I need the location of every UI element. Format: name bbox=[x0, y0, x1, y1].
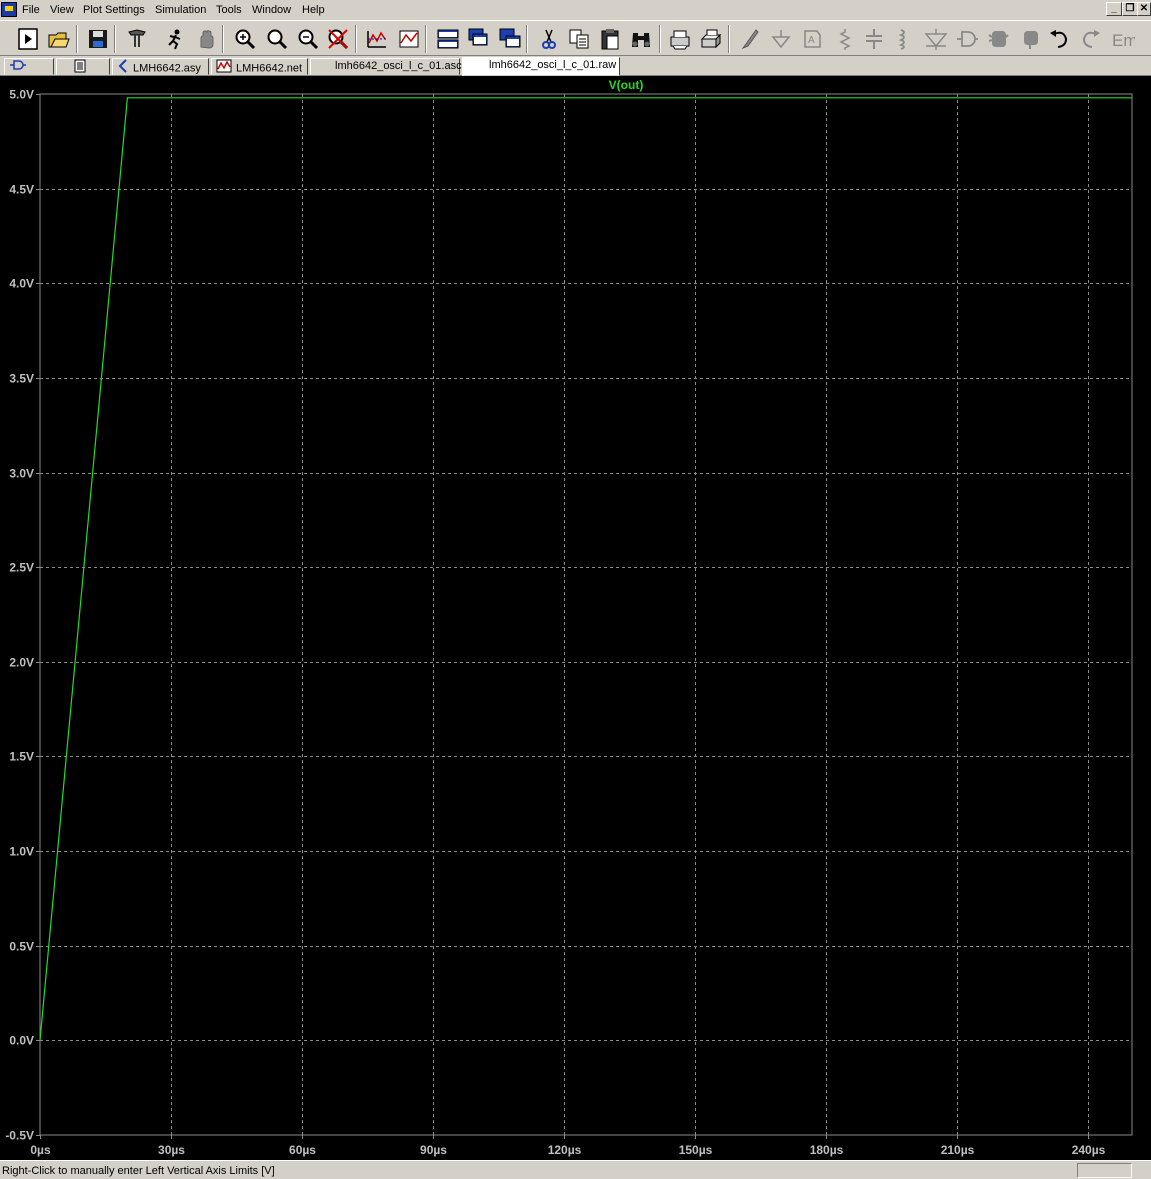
diode-icon[interactable] bbox=[922, 25, 949, 52]
y-tick-label: 2.0V bbox=[9, 656, 34, 670]
toolbar-separator bbox=[76, 25, 78, 53]
paste-icon[interactable] bbox=[596, 25, 623, 52]
app-icon[interactable] bbox=[1, 2, 17, 17]
drag-icon[interactable] bbox=[1016, 25, 1043, 52]
toolbar: A Em bbox=[0, 20, 1151, 56]
run-icon[interactable] bbox=[14, 25, 41, 52]
x-tick-label: 210µs bbox=[941, 1143, 975, 1157]
toolbar-separator bbox=[728, 25, 730, 53]
menu-file[interactable]: File bbox=[22, 4, 40, 17]
cut-icon[interactable] bbox=[535, 25, 562, 52]
y-tick-label: 5.0V bbox=[9, 88, 34, 102]
cascade-icon[interactable] bbox=[465, 25, 492, 52]
copy-icon[interactable] bbox=[565, 25, 592, 52]
tile-vertical-icon[interactable] bbox=[496, 25, 523, 52]
open-icon[interactable] bbox=[45, 25, 72, 52]
zoom-in-icon[interactable] bbox=[231, 25, 258, 52]
plot-frame bbox=[39, 93, 1133, 1136]
component-icon[interactable] bbox=[953, 25, 980, 52]
svg-text:Em: Em bbox=[1112, 31, 1135, 50]
plot-pane-icon[interactable] bbox=[395, 25, 422, 52]
waveform-plot[interactable]: -0.5V 0.0V 0.5V 1.0V 1.5V 2.0V 2.5V 3.0V 3.5V 4.0… bbox=[0, 76, 1151, 1160]
resistor-icon[interactable] bbox=[829, 25, 856, 52]
y-tick-label: 4.5V bbox=[9, 183, 34, 197]
control-panel-icon[interactable] bbox=[123, 25, 150, 52]
toolbar-separator bbox=[114, 25, 116, 53]
tab-lmh6642-asy[interactable]: LMH6642.asy bbox=[112, 58, 209, 75]
y-tick-label: -0.5V bbox=[5, 1129, 34, 1143]
tab-schematic-symbol[interactable] bbox=[4, 58, 54, 75]
tab-document[interactable] bbox=[56, 58, 110, 75]
y-tick-label: 0.0V bbox=[9, 1034, 34, 1048]
find-icon[interactable] bbox=[627, 25, 654, 52]
toolbar-separator bbox=[659, 25, 661, 53]
status-panel bbox=[1077, 1163, 1132, 1178]
y-tick-label: 0.5V bbox=[9, 940, 34, 954]
y-tick-label: 4.0V bbox=[9, 277, 34, 291]
tab-bar: LMH6642.asy LMH6642.net lmh6642_osci_l_c… bbox=[0, 57, 1151, 76]
status-bar: Right-Click to manually enter Left Verti… bbox=[0, 1160, 1151, 1179]
x-tick-label: 60µs bbox=[289, 1143, 316, 1157]
x-tick-label: 30µs bbox=[158, 1143, 185, 1157]
y-tick-label: 2.5V bbox=[9, 561, 34, 575]
plot-area[interactable]: -0.5V 0.0V 0.5V 1.0V 1.5V 2.0V 2.5V 3.0V 3.5V 4.0… bbox=[0, 76, 1151, 1160]
ground-icon[interactable] bbox=[767, 25, 794, 52]
zoom-cancel-icon[interactable] bbox=[324, 25, 351, 52]
text-icon[interactable]: Em bbox=[1109, 25, 1136, 52]
pan-icon[interactable] bbox=[192, 25, 219, 52]
trace-label-v-out[interactable]: V(out) bbox=[609, 78, 644, 92]
y-tick-label: 1.0V bbox=[9, 845, 34, 859]
menu-plot-settings[interactable]: Plot Settings bbox=[83, 4, 145, 17]
redo-icon[interactable] bbox=[1077, 25, 1104, 52]
autorange-icon[interactable] bbox=[363, 25, 390, 52]
print-icon[interactable] bbox=[697, 25, 724, 52]
toolbar-separator bbox=[425, 25, 427, 53]
halt-icon[interactable] bbox=[161, 25, 188, 52]
capacitor-icon[interactable] bbox=[860, 25, 887, 52]
trace-v-out[interactable] bbox=[39, 97, 1132, 1041]
x-tick-label: 240µs bbox=[1072, 1143, 1106, 1157]
print-preview-icon[interactable] bbox=[666, 25, 693, 52]
restore-icon[interactable]: ❐ bbox=[1122, 2, 1138, 16]
menu-help[interactable]: Help bbox=[302, 4, 325, 17]
x-tick-label: 90µs bbox=[420, 1143, 447, 1157]
save-icon[interactable] bbox=[84, 25, 111, 52]
svg-text:A: A bbox=[808, 35, 815, 46]
close-icon[interactable]: ✕ bbox=[1137, 2, 1151, 16]
x-tick-label: 180µs bbox=[810, 1143, 844, 1157]
toolbar-separator bbox=[526, 25, 528, 53]
zoom-out-icon[interactable] bbox=[294, 25, 321, 52]
undo-icon[interactable] bbox=[1045, 25, 1072, 52]
menu-bar: File View Plot Settings Simulation Tools… bbox=[0, 0, 1151, 20]
toolbar-separator bbox=[355, 25, 357, 53]
toolbar-separator bbox=[222, 25, 224, 53]
x-tick-label: 120µs bbox=[548, 1143, 582, 1157]
menu-simulation[interactable]: Simulation bbox=[155, 4, 206, 17]
y-tick-label: 1.5V bbox=[9, 750, 34, 764]
y-tick-label: 3.5V bbox=[9, 372, 34, 386]
x-tick-label: 0µs bbox=[30, 1143, 51, 1157]
inductor-icon[interactable] bbox=[891, 25, 918, 52]
y-tick-label: 3.0V bbox=[9, 467, 34, 481]
menu-view[interactable]: View bbox=[50, 4, 74, 17]
tile-horizontal-icon[interactable] bbox=[434, 25, 461, 52]
tab-osci-asc[interactable]: lmh6642_osci_l_c_01.asc bbox=[310, 58, 462, 75]
schematic-symbol-icon bbox=[9, 59, 27, 76]
wire-icon[interactable] bbox=[736, 25, 763, 52]
minimize-icon[interactable]: _ bbox=[1106, 2, 1122, 16]
menu-tools[interactable]: Tools bbox=[216, 4, 242, 17]
tab-lmh6642-net[interactable]: LMH6642.net bbox=[211, 58, 308, 75]
zoom-full-icon[interactable] bbox=[263, 25, 290, 52]
label-icon[interactable]: A bbox=[798, 25, 825, 52]
move-icon[interactable] bbox=[984, 25, 1011, 52]
tab-osci-raw[interactable]: lmh6642_osci_l_c_01.raw bbox=[462, 57, 620, 76]
menu-window[interactable]: Window bbox=[252, 4, 291, 17]
x-tick-label: 150µs bbox=[679, 1143, 713, 1157]
status-text: Right-Click to manually enter Left Verti… bbox=[2, 1165, 275, 1177]
